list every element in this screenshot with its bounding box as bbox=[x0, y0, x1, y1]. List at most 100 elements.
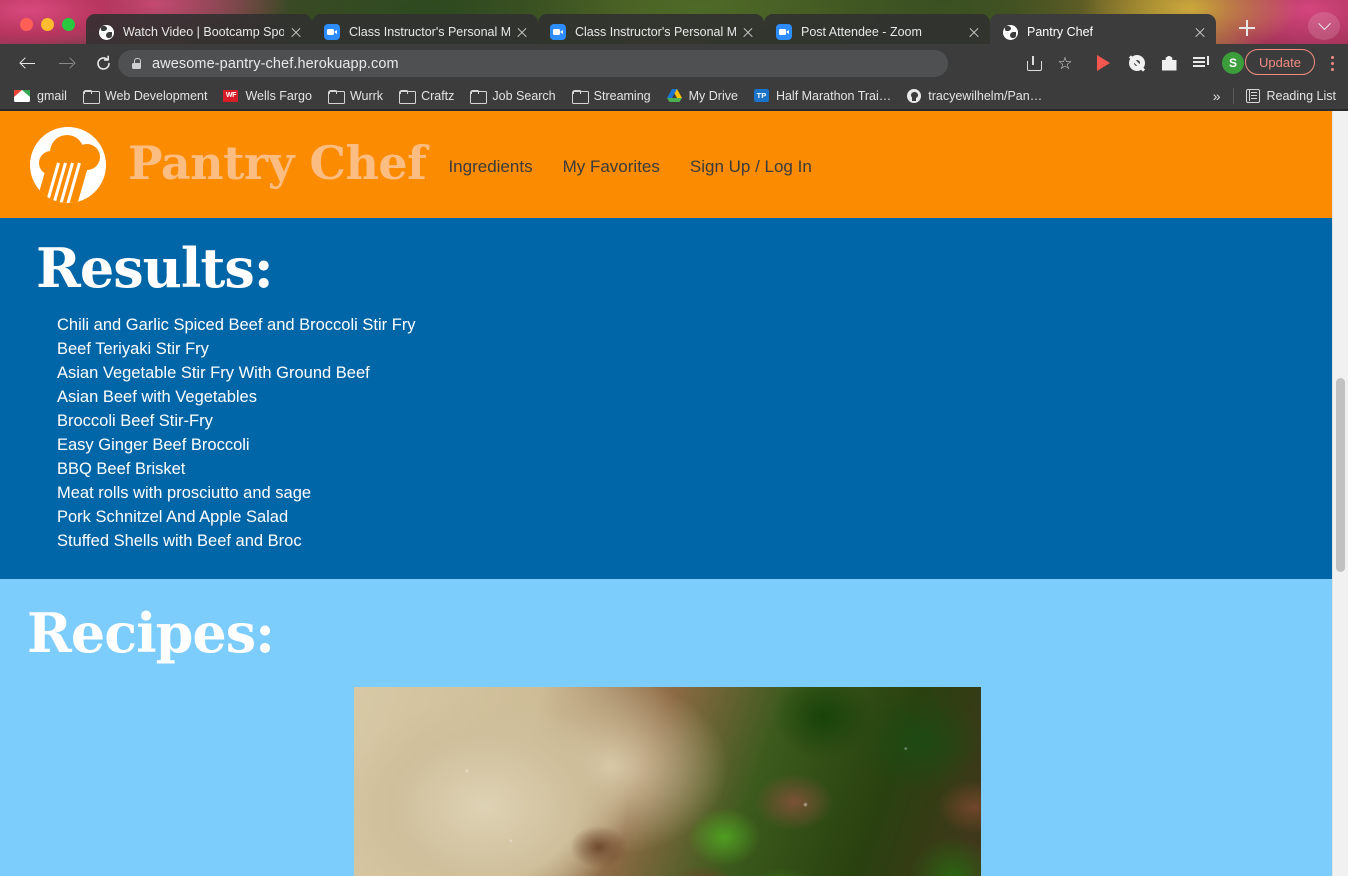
window-controls bbox=[20, 18, 75, 31]
gmail-icon bbox=[14, 89, 30, 102]
red-arrow-extension-icon bbox=[1096, 55, 1110, 71]
zoom-icon bbox=[550, 24, 566, 40]
share-button[interactable] bbox=[1020, 50, 1046, 76]
kebab-dot bbox=[1330, 61, 1334, 65]
bookmark-craftz[interactable]: Craftz bbox=[399, 85, 454, 107]
bookmarks-bar: gmail Web Development WF Wells Fargo Wur… bbox=[0, 82, 1348, 110]
bookmark-my-drive[interactable]: My Drive bbox=[666, 85, 738, 107]
tab-search-button[interactable] bbox=[1308, 12, 1340, 40]
bookmark-label: Streaming bbox=[593, 88, 651, 103]
window-close-button[interactable] bbox=[20, 18, 33, 31]
bookmarks-overflow-button[interactable]: » bbox=[1213, 88, 1221, 104]
result-item[interactable]: Broccoli Beef Stir-Fry bbox=[57, 409, 1332, 433]
page-content: Pantry Chef Ingredients My Favorites Sig… bbox=[0, 111, 1332, 876]
globe-icon bbox=[98, 24, 114, 40]
address-bar[interactable]: awesome-pantry-chef.herokuapp.com bbox=[118, 50, 948, 77]
bookmark-label: Wurrk bbox=[349, 88, 384, 103]
recipe-photo[interactable] bbox=[354, 687, 981, 876]
page-scrollbar[interactable] bbox=[1332, 111, 1348, 876]
result-item[interactable]: Asian Beef with Vegetables bbox=[57, 385, 1332, 409]
site-nav: Ingredients My Favorites Sign Up / Log I… bbox=[448, 157, 841, 177]
tab-title: Class Instructor's Personal M bbox=[575, 25, 736, 39]
result-item[interactable]: Easy Ginger Beef Broccoli bbox=[57, 433, 1332, 457]
google-drive-icon bbox=[666, 89, 682, 102]
window-maximize-button[interactable] bbox=[62, 18, 75, 31]
folder-icon bbox=[327, 89, 345, 104]
update-label: Update bbox=[1259, 54, 1301, 70]
wells-fargo-icon: WF bbox=[223, 89, 239, 102]
toolbar-divider bbox=[1232, 88, 1234, 104]
share-icon bbox=[1026, 55, 1042, 71]
nav-link-signup-login[interactable]: Sign Up / Log In bbox=[690, 157, 812, 177]
reading-list-icon bbox=[1245, 89, 1260, 103]
update-button[interactable]: Update bbox=[1245, 49, 1315, 75]
kebab-dot bbox=[1330, 67, 1334, 71]
arrow-right-icon bbox=[58, 57, 73, 70]
kebab-dot bbox=[1330, 55, 1334, 59]
result-item[interactable]: Meat rolls with prosciutto and sage bbox=[57, 481, 1332, 505]
zoom-icon bbox=[324, 24, 340, 40]
bookmark-streaming[interactable]: Streaming bbox=[571, 85, 651, 107]
reading-list-label[interactable]: Reading List bbox=[1267, 89, 1337, 103]
bookmark-label: My Drive bbox=[688, 88, 738, 103]
forward-button[interactable] bbox=[50, 48, 80, 78]
folder-icon bbox=[571, 89, 589, 104]
window-minimize-button[interactable] bbox=[41, 18, 54, 31]
result-item[interactable]: Chili and Garlic Spiced Beef and Broccol… bbox=[57, 313, 1332, 337]
tab-title: Pantry Chef bbox=[1027, 25, 1094, 39]
bookmark-web-development[interactable]: Web Development bbox=[82, 85, 208, 107]
bookmark-gmail[interactable]: gmail bbox=[14, 85, 67, 107]
red-arrow-extension-button[interactable] bbox=[1090, 50, 1116, 76]
site-header: Pantry Chef Ingredients My Favorites Sig… bbox=[0, 111, 1332, 218]
result-item[interactable]: Beef Teriyaki Stir Fry bbox=[57, 337, 1332, 361]
bookmark-half-marathon-training[interactable]: TP Half Marathon Trai… bbox=[753, 85, 891, 107]
recipes-section: Recipes: bbox=[0, 578, 1332, 876]
tab-close-icon[interactable] bbox=[514, 24, 530, 40]
reload-button[interactable] bbox=[88, 48, 118, 78]
bookmark-job-search[interactable]: Job Search bbox=[470, 85, 556, 107]
result-item[interactable]: BBQ Beef Brisket bbox=[57, 457, 1332, 481]
page-viewport: Pantry Chef Ingredients My Favorites Sig… bbox=[0, 111, 1348, 876]
bookmark-wells-fargo[interactable]: WF Wells Fargo bbox=[223, 85, 312, 107]
recipe-card bbox=[354, 687, 981, 876]
globe-icon bbox=[1002, 24, 1018, 40]
recipes-heading: Recipes: bbox=[27, 600, 275, 665]
tab-close-icon[interactable] bbox=[288, 24, 304, 40]
profile-avatar[interactable]: S bbox=[1220, 50, 1246, 76]
tab-title: Post Attendee - Zoom bbox=[801, 25, 922, 39]
new-tab-button[interactable] bbox=[1235, 16, 1259, 40]
chevron-down-icon bbox=[1317, 16, 1331, 30]
folder-icon bbox=[399, 89, 417, 104]
playlist-extension-button[interactable] bbox=[1188, 50, 1214, 76]
nav-link-ingredients[interactable]: Ingredients bbox=[448, 157, 532, 177]
tab-title: Class Instructor's Personal M bbox=[349, 25, 510, 39]
gear-extension-button[interactable] bbox=[1124, 50, 1150, 76]
result-item[interactable]: Asian Vegetable Stir Fry With Ground Bee… bbox=[57, 361, 1332, 385]
avatar-initial: S bbox=[1222, 52, 1244, 74]
bookmark-wurrk[interactable]: Wurrk bbox=[327, 85, 384, 107]
result-item[interactable]: Pork Schnitzel And Apple Salad bbox=[57, 505, 1332, 529]
browser-window: Watch Video | Bootcamp Spo Class Instruc… bbox=[0, 0, 1348, 876]
lock-icon bbox=[132, 58, 142, 69]
browser-menu-button[interactable] bbox=[1323, 50, 1341, 76]
back-button[interactable] bbox=[12, 48, 42, 78]
tab-close-icon[interactable] bbox=[740, 24, 756, 40]
bookmark-label: Wells Fargo bbox=[245, 88, 312, 103]
zoom-icon bbox=[776, 24, 792, 40]
tab-close-icon[interactable] bbox=[1192, 24, 1208, 40]
tab-strip: Watch Video | Bootcamp Spo Class Instruc… bbox=[0, 0, 1348, 50]
chef-hat-icon[interactable] bbox=[30, 126, 106, 203]
page-scrollbar-thumb[interactable] bbox=[1336, 378, 1345, 572]
bookmarks-bar-right: » Reading List bbox=[1213, 82, 1348, 110]
tab-close-icon[interactable] bbox=[966, 24, 982, 40]
bookmark-github-repo[interactable]: tracyewilhelm/Pan… bbox=[907, 85, 1042, 107]
gear-icon bbox=[1129, 55, 1145, 71]
bookmark-button[interactable]: ☆ bbox=[1052, 50, 1078, 76]
results-list: Chili and Garlic Spiced Beef and Broccol… bbox=[57, 313, 1332, 553]
bookmark-label: Web Development bbox=[104, 88, 208, 103]
url-text: awesome-pantry-chef.herokuapp.com bbox=[152, 55, 399, 72]
folder-icon bbox=[82, 89, 100, 104]
result-item[interactable]: Stuffed Shells with Beef and Broc bbox=[57, 529, 1332, 553]
extensions-button[interactable] bbox=[1156, 50, 1182, 76]
nav-link-my-favorites[interactable]: My Favorites bbox=[563, 157, 660, 177]
